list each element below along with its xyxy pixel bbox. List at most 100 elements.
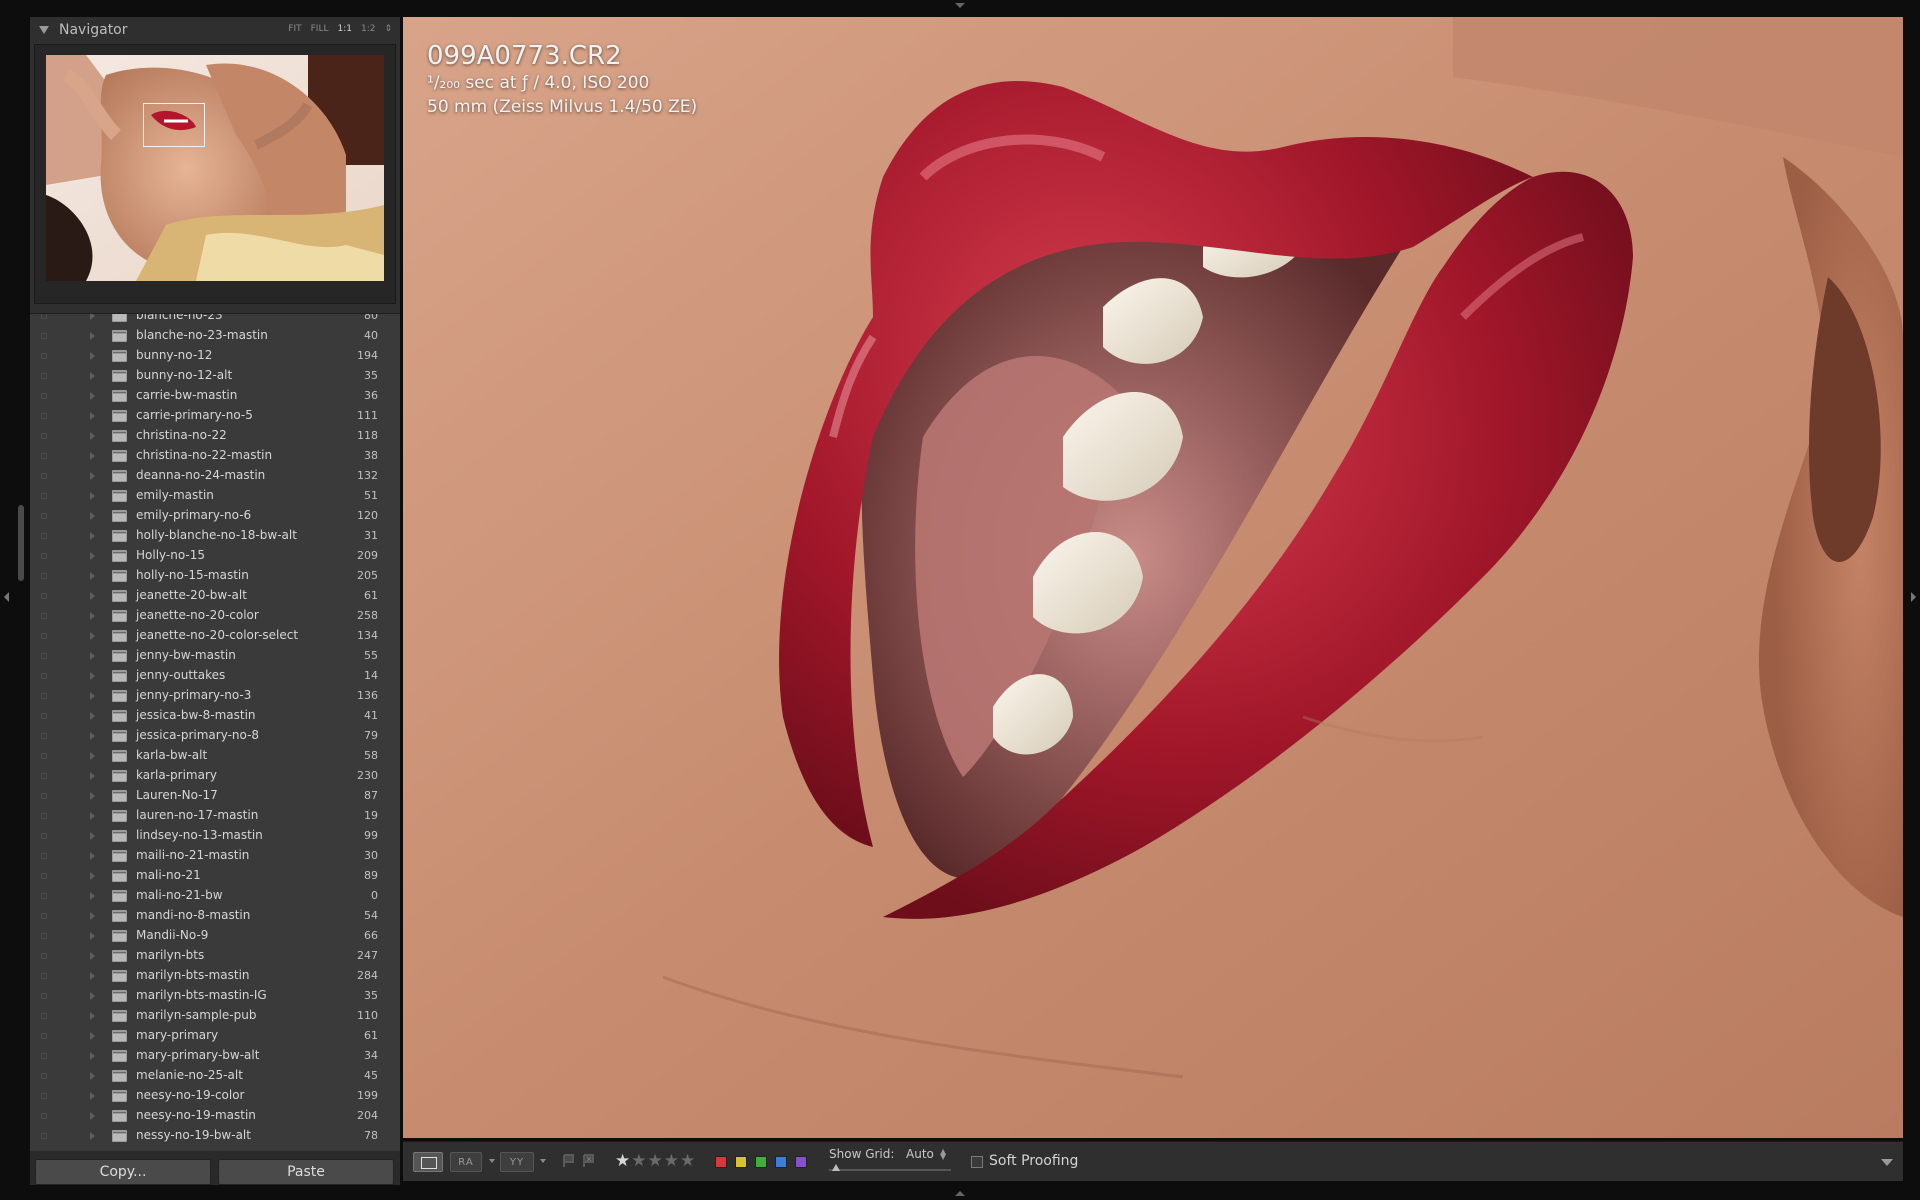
folder-row[interactable]: carrie-bw-mastin 36 bbox=[30, 386, 400, 406]
folder-disclosure-icon[interactable] bbox=[90, 792, 95, 800]
folder-disclosure-icon[interactable] bbox=[90, 732, 95, 740]
folder-checkbox[interactable] bbox=[41, 1033, 47, 1039]
folder-checkbox[interactable] bbox=[41, 933, 47, 939]
color-label-red[interactable] bbox=[715, 1156, 727, 1168]
folder-row[interactable]: jeanette-no-20-color-select 134 bbox=[30, 626, 400, 646]
folder-disclosure-icon[interactable] bbox=[90, 692, 95, 700]
folder-checkbox[interactable] bbox=[41, 473, 47, 479]
color-label-yellow[interactable] bbox=[735, 1156, 747, 1168]
folder-row[interactable]: mandi-no-8-mastin 54 bbox=[30, 906, 400, 926]
folder-row[interactable]: jessica-bw-8-mastin 41 bbox=[30, 706, 400, 726]
folder-row[interactable]: Holly-no-15 209 bbox=[30, 546, 400, 566]
folder-row[interactable]: mali-no-21 89 bbox=[30, 866, 400, 886]
toolbar-content-menu-icon[interactable] bbox=[1881, 1159, 1893, 1166]
folder-checkbox[interactable] bbox=[41, 633, 47, 639]
rating-star-icon[interactable]: ★ bbox=[615, 1151, 631, 1171]
folder-disclosure-icon[interactable] bbox=[90, 832, 95, 840]
survey-view-button[interactable]: YY bbox=[500, 1152, 534, 1172]
folder-checkbox[interactable] bbox=[41, 593, 47, 599]
zoom-fill[interactable]: FILL bbox=[311, 24, 329, 34]
folder-checkbox[interactable] bbox=[41, 953, 47, 959]
folder-checkbox[interactable] bbox=[41, 853, 47, 859]
folder-row[interactable]: emily-mastin 51 bbox=[30, 486, 400, 506]
folder-row[interactable]: neesy-no-19-color 199 bbox=[30, 1086, 400, 1106]
folder-row[interactable]: jessica-primary-no-8 79 bbox=[30, 726, 400, 746]
folder-row[interactable]: jeanette-20-bw-alt 61 bbox=[30, 586, 400, 606]
folder-row[interactable]: jenny-primary-no-3 136 bbox=[30, 686, 400, 706]
folder-row[interactable]: maili-no-21-mastin 30 bbox=[30, 846, 400, 866]
folder-checkbox[interactable] bbox=[41, 373, 47, 379]
loupe-view-button[interactable] bbox=[413, 1152, 443, 1172]
folder-checkbox[interactable] bbox=[41, 773, 47, 779]
folder-checkbox[interactable] bbox=[41, 314, 47, 319]
folder-disclosure-icon[interactable] bbox=[90, 752, 95, 760]
folder-row[interactable]: jenny-outtakes 14 bbox=[30, 666, 400, 686]
disclosure-triangle-icon[interactable] bbox=[39, 26, 49, 34]
folder-checkbox[interactable] bbox=[41, 413, 47, 419]
folder-disclosure-icon[interactable] bbox=[90, 592, 95, 600]
folder-row[interactable]: karla-bw-alt 58 bbox=[30, 746, 400, 766]
photo-loupe-view[interactable]: 099A0773.CR2 ¹/₂₀₀ sec at ƒ / 4.0, ISO 2… bbox=[403, 17, 1903, 1138]
folder-disclosure-icon[interactable] bbox=[90, 712, 95, 720]
folder-checkbox[interactable] bbox=[41, 693, 47, 699]
folder-checkbox[interactable] bbox=[41, 513, 47, 519]
folder-row[interactable]: christina-no-22 118 bbox=[30, 426, 400, 446]
folder-row[interactable]: lindsey-no-13-mastin 99 bbox=[30, 826, 400, 846]
folder-row[interactable]: lauren-no-17-mastin 19 bbox=[30, 806, 400, 826]
folder-checkbox[interactable] bbox=[41, 553, 47, 559]
color-label-green[interactable] bbox=[755, 1156, 767, 1168]
folder-disclosure-icon[interactable] bbox=[90, 892, 95, 900]
folder-disclosure-icon[interactable] bbox=[90, 332, 95, 340]
folder-disclosure-icon[interactable] bbox=[90, 872, 95, 880]
rating-star-icon[interactable]: ★ bbox=[648, 1151, 664, 1171]
rating-star-icon[interactable]: ★ bbox=[631, 1151, 647, 1171]
folder-disclosure-icon[interactable] bbox=[90, 812, 95, 820]
folder-checkbox[interactable] bbox=[41, 873, 47, 879]
folder-disclosure-icon[interactable] bbox=[90, 632, 95, 640]
folder-checkbox[interactable] bbox=[41, 353, 47, 359]
folder-checkbox[interactable] bbox=[41, 913, 47, 919]
folder-disclosure-icon[interactable] bbox=[90, 672, 95, 680]
folder-row[interactable]: holly-no-15-mastin 205 bbox=[30, 566, 400, 586]
collapse-filmstrip-icon[interactable] bbox=[953, 1189, 967, 1197]
folder-disclosure-icon[interactable] bbox=[90, 972, 95, 980]
folder-disclosure-icon[interactable] bbox=[90, 772, 95, 780]
folder-row[interactable]: nessy-no-19-bw-alt 78 bbox=[30, 1126, 400, 1146]
folder-disclosure-icon[interactable] bbox=[90, 612, 95, 620]
folder-row[interactable]: holly-blanche-no-18-bw-alt 31 bbox=[30, 526, 400, 546]
folder-disclosure-icon[interactable] bbox=[90, 452, 95, 460]
folder-row[interactable]: mary-primary 61 bbox=[30, 1026, 400, 1046]
folder-checkbox[interactable] bbox=[41, 573, 47, 579]
folder-row[interactable]: bunny-no-12 194 bbox=[30, 346, 400, 366]
collapse-right-panel-icon[interactable] bbox=[1910, 590, 1918, 604]
folder-checkbox[interactable] bbox=[41, 833, 47, 839]
folder-checkbox[interactable] bbox=[41, 973, 47, 979]
folder-checkbox[interactable] bbox=[41, 1133, 47, 1139]
zoom-1-1[interactable]: 1:1 bbox=[337, 24, 351, 34]
folder-checkbox[interactable] bbox=[41, 493, 47, 499]
folder-checkbox[interactable] bbox=[41, 1113, 47, 1119]
folder-disclosure-icon[interactable] bbox=[90, 372, 95, 380]
flag-pick-icon[interactable] bbox=[561, 1153, 577, 1169]
folder-disclosure-icon[interactable] bbox=[90, 1112, 95, 1120]
folder-disclosure-icon[interactable] bbox=[90, 432, 95, 440]
folder-row[interactable]: mali-no-21-bw 0 bbox=[30, 886, 400, 906]
folder-checkbox[interactable] bbox=[41, 893, 47, 899]
folder-checkbox[interactable] bbox=[41, 393, 47, 399]
compare-view-button[interactable]: RA bbox=[450, 1152, 482, 1172]
folder-row[interactable]: marilyn-sample-pub 110 bbox=[30, 1006, 400, 1026]
folder-checkbox[interactable] bbox=[41, 433, 47, 439]
folder-row[interactable]: Lauren-No-17 87 bbox=[30, 786, 400, 806]
folder-row[interactable]: mary-primary-bw-alt 34 bbox=[30, 1046, 400, 1066]
folder-checkbox[interactable] bbox=[41, 993, 47, 999]
survey-dropdown-icon[interactable] bbox=[540, 1159, 546, 1163]
navigator-preview[interactable] bbox=[46, 55, 384, 281]
folder-disclosure-icon[interactable] bbox=[90, 992, 95, 1000]
folder-disclosure-icon[interactable] bbox=[90, 412, 95, 420]
folder-checkbox[interactable] bbox=[41, 813, 47, 819]
navigator-header[interactable]: Navigator FIT FILL 1:1 1:2 ⇕ bbox=[30, 17, 400, 43]
folder-disclosure-icon[interactable] bbox=[90, 932, 95, 940]
folder-checkbox[interactable] bbox=[41, 1093, 47, 1099]
folder-row[interactable]: karla-primary 230 bbox=[30, 766, 400, 786]
folder-checkbox[interactable] bbox=[41, 713, 47, 719]
